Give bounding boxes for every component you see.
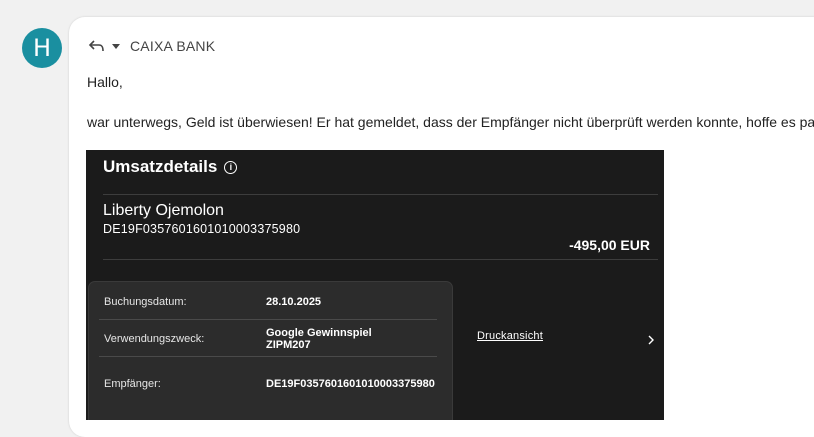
detail-label: Verwendungszweck: [104, 333, 205, 345]
detail-value-line2: ZIPM207 [266, 339, 311, 351]
reply-icon[interactable] [88, 39, 106, 53]
sender-avatar[interactable]: H [22, 28, 62, 68]
chevron-down-icon[interactable] [112, 43, 120, 49]
detail-value: 28.10.2025 [266, 296, 322, 308]
transaction-details-title: Umsatzdetails i [103, 157, 238, 177]
detail-label: Empfänger: [104, 378, 161, 390]
details-panel: Buchungsdatum: 28.10.2025 Verwendungszwe… [89, 282, 452, 420]
email-body-text: war unterwegs, Geld ist überwiesen! Er h… [87, 114, 814, 130]
print-view-link[interactable]: Druckansicht [477, 330, 543, 342]
sender-name: CAIXA BANK [130, 38, 216, 54]
payee-name: Liberty Ojemolon [103, 202, 224, 219]
transaction-details-heading: Umsatzdetails [103, 157, 218, 176]
info-icon: i [224, 160, 238, 174]
detail-value: DE19F0357601601010003375980 [266, 378, 435, 390]
divider [103, 259, 658, 260]
chevron-right-icon[interactable] [647, 332, 655, 345]
detail-value-line1: Google Gewinnspiel [266, 327, 372, 339]
divider [103, 194, 658, 195]
email-header: CAIXA BANK [88, 36, 215, 56]
transaction-amount: -495,00 EUR [569, 237, 650, 253]
bank-screenshot-image: Umsatzdetails i Liberty Ojemolon DE19F03… [86, 150, 664, 420]
payee-iban: DE19F0357601601010003375980 [103, 222, 301, 236]
row-divider [99, 356, 437, 357]
detail-label: Buchungsdatum: [104, 296, 187, 308]
row-divider [99, 319, 437, 320]
email-greeting: Hallo, [87, 74, 123, 90]
